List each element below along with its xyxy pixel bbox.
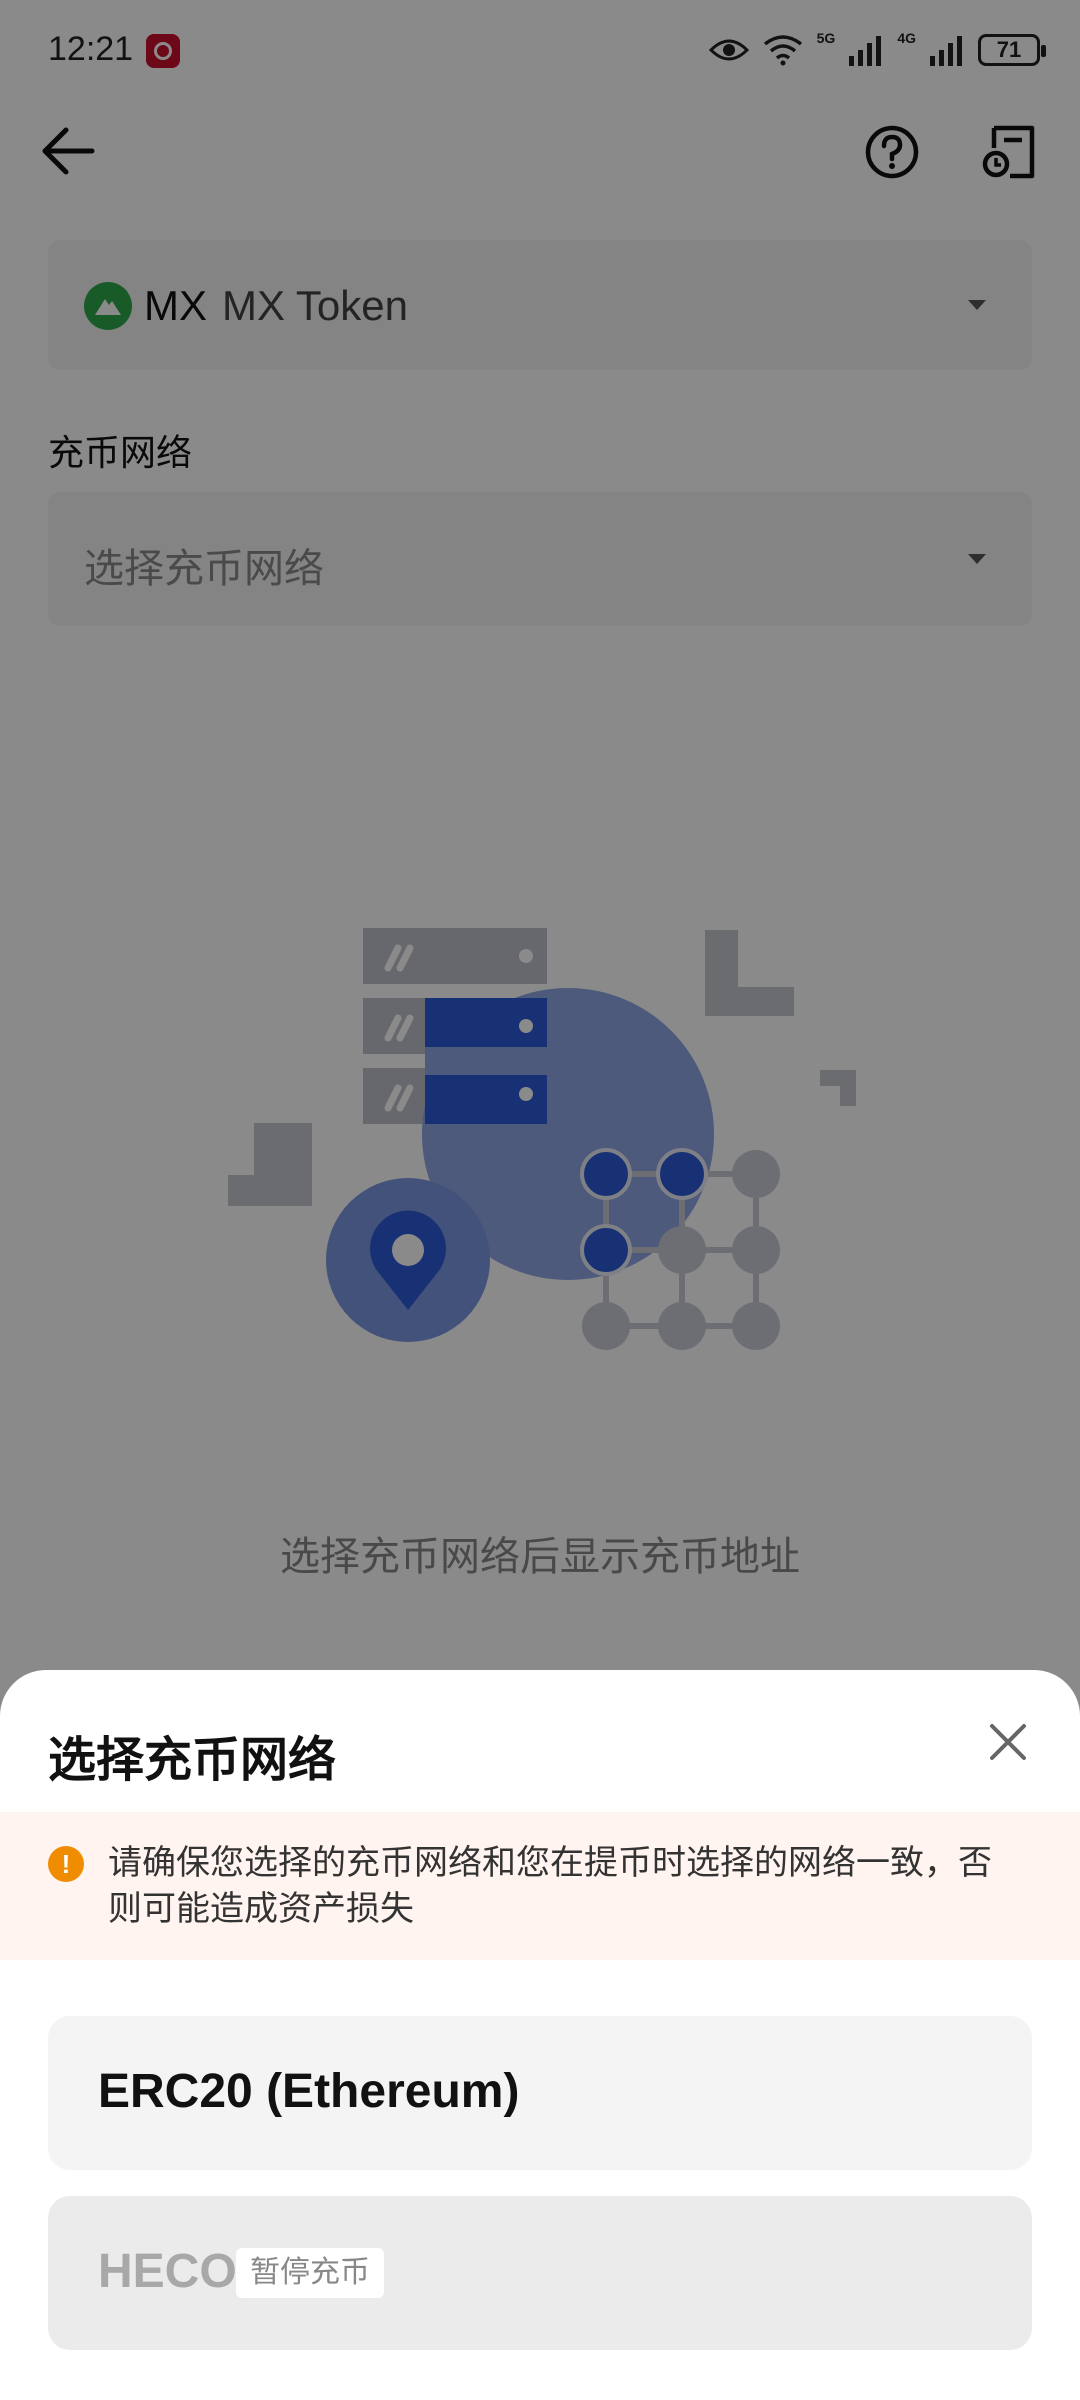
network-option-erc20[interactable]: ERC20 (Ethereum) xyxy=(48,2016,1032,2170)
suspended-badge: 暂停充币 xyxy=(236,2248,384,2298)
warning-icon: ! xyxy=(48,1846,84,1882)
network-option-label: ERC20 (Ethereum) xyxy=(98,2065,520,2118)
warning-text: 请确保您选择的充币网络和您在提币时选择的网络一致，否则可能造成资产损失 xyxy=(108,1844,992,1928)
sheet-title: 选择充币网络 xyxy=(48,1734,337,1787)
warning-banner: ! 请确保您选择的充币网络和您在提币时选择的网络一致，否则可能造成资产损失 xyxy=(0,1812,1080,1960)
close-icon[interactable] xyxy=(986,1720,1030,1764)
deposit-page: 12:21 5G 4G 71 MX MX Token 充币网络 选择充币网络 选… xyxy=(0,0,1080,2400)
network-select-sheet: 选择充币网络 ! 请确保您选择的充币网络和您在提币时选择的网络一致，否则可能造成… xyxy=(0,1670,1080,2400)
network-option-heco[interactable]: HECO 暂停充币 xyxy=(48,2196,1032,2350)
network-option-label: HECO xyxy=(98,2245,237,2298)
